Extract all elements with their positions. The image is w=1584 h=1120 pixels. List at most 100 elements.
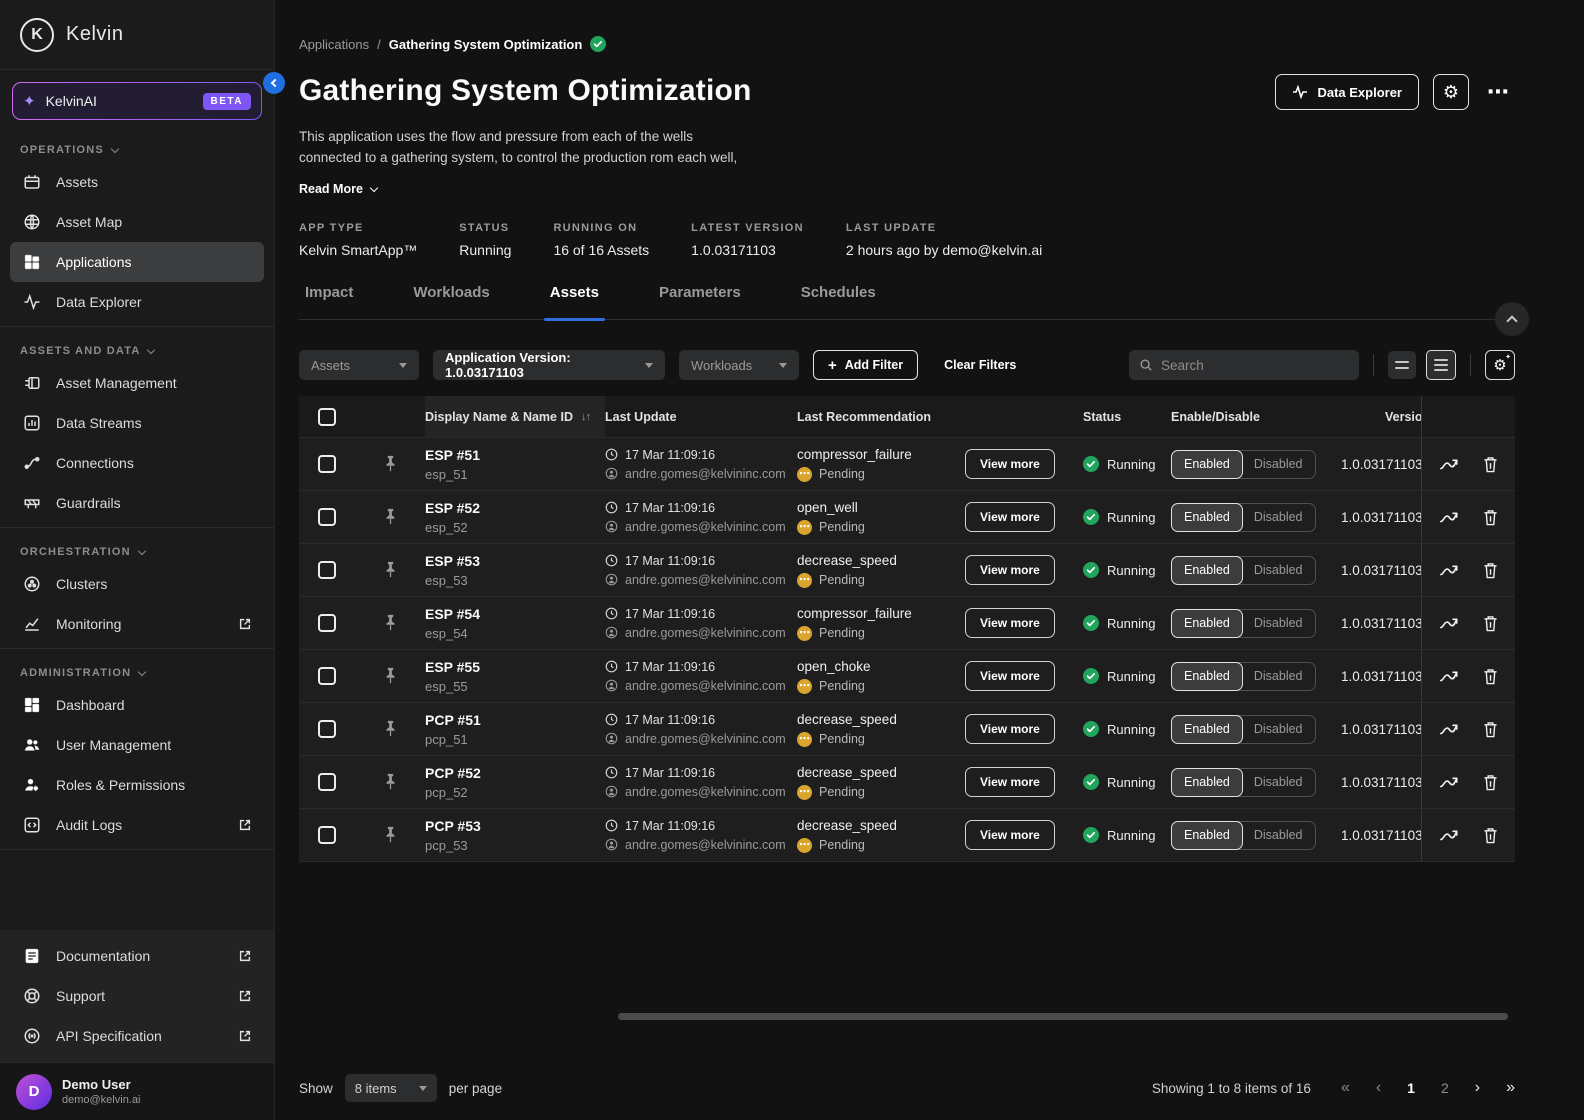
enabled-button[interactable]: Enabled [1171, 503, 1243, 532]
sidebar-item-roles-permissions[interactable]: Roles & Permissions [10, 765, 264, 805]
disabled-button[interactable]: Disabled [1242, 716, 1315, 743]
disabled-button[interactable]: Disabled [1242, 610, 1315, 637]
next-page-button[interactable]: › [1475, 1079, 1480, 1097]
delete-icon[interactable] [1483, 562, 1498, 579]
enabled-button[interactable]: Enabled [1171, 556, 1243, 585]
disabled-button[interactable]: Disabled [1242, 769, 1315, 796]
sidebar-collapse-button[interactable] [263, 72, 285, 94]
trend-chart-icon[interactable] [1439, 773, 1459, 791]
trend-chart-icon[interactable] [1439, 667, 1459, 685]
view-more-button[interactable]: View more [965, 820, 1055, 850]
search-input[interactable] [1161, 358, 1349, 373]
row-checkbox[interactable] [318, 614, 336, 632]
delete-icon[interactable] [1483, 774, 1498, 791]
pin-icon[interactable] [355, 597, 425, 649]
breadcrumb-applications[interactable]: Applications [299, 37, 369, 52]
view-more-button[interactable]: View more [965, 608, 1055, 638]
pin-icon[interactable] [355, 544, 425, 596]
page-2-button[interactable]: 2 [1441, 1080, 1449, 1096]
delete-icon[interactable] [1483, 615, 1498, 632]
trend-chart-icon[interactable] [1439, 826, 1459, 844]
sidebar-item-guardrails[interactable]: Guardrails [10, 483, 264, 523]
row-checkbox[interactable] [318, 667, 336, 685]
sidebar-item-documentation[interactable]: Documentation [10, 936, 264, 976]
settings-button[interactable]: ⚙ [1433, 74, 1469, 110]
trend-chart-icon[interactable] [1439, 561, 1459, 579]
sidebar-item-data-explorer[interactable]: Data Explorer [10, 282, 264, 322]
pin-icon[interactable] [355, 809, 425, 861]
sidebar-item-data-streams[interactable]: Data Streams [10, 403, 264, 443]
sidebar-item-monitoring[interactable]: Monitoring [10, 604, 264, 644]
pin-icon[interactable] [355, 438, 425, 490]
enabled-button[interactable]: Enabled [1171, 609, 1243, 638]
trend-chart-icon[interactable] [1439, 455, 1459, 473]
clear-filters-button[interactable]: Clear Filters [944, 358, 1016, 372]
pin-icon[interactable] [355, 650, 425, 702]
row-checkbox[interactable] [318, 508, 336, 526]
workloads-filter-dropdown[interactable]: Workloads [679, 350, 799, 380]
asset-name-cell[interactable]: ESP #53 esp_53 [425, 544, 605, 596]
view-more-button[interactable]: View more [965, 767, 1055, 797]
delete-icon[interactable] [1483, 721, 1498, 738]
tab-impact[interactable]: Impact [299, 284, 359, 319]
section-header-assets-data[interactable]: ASSETS AND DATA [0, 333, 274, 363]
sidebar-item-api-specification[interactable]: API Specification [10, 1016, 264, 1056]
sidebar-item-assets[interactable]: Assets [10, 162, 264, 202]
more-menu-button[interactable]: ⋯ [1483, 79, 1515, 105]
table-settings-button[interactable]: ⚙ ✦ [1485, 350, 1515, 380]
prev-page-button[interactable]: ‹ [1376, 1079, 1381, 1097]
page-1-button[interactable]: 1 [1407, 1080, 1415, 1096]
tab-parameters[interactable]: Parameters [653, 284, 747, 319]
disabled-button[interactable]: Disabled [1242, 451, 1315, 478]
asset-name-cell[interactable]: ESP #51 esp_51 [425, 438, 605, 490]
sidebar-item-audit-logs[interactable]: Audit Logs [10, 805, 264, 845]
pin-icon[interactable] [355, 703, 425, 755]
collapse-section-button[interactable] [1495, 302, 1529, 336]
first-page-button[interactable]: « [1341, 1079, 1350, 1097]
enabled-button[interactable]: Enabled [1171, 450, 1243, 479]
asset-name-cell[interactable]: ESP #55 esp_55 [425, 650, 605, 702]
header-name[interactable]: Display Name & Name ID ↓↑ [425, 396, 605, 437]
row-checkbox[interactable] [318, 561, 336, 579]
sidebar-item-kelvin-ai[interactable]: ✦ KelvinAI BETA [13, 83, 261, 119]
sort-icon[interactable]: ↓↑ [581, 411, 590, 423]
section-header-operations[interactable]: OPERATIONS [0, 132, 274, 162]
view-more-button[interactable]: View more [965, 449, 1055, 479]
enabled-button[interactable]: Enabled [1171, 715, 1243, 744]
disabled-button[interactable]: Disabled [1242, 557, 1315, 584]
section-header-orchestration[interactable]: ORCHESTRATION [0, 534, 274, 564]
asset-name-cell[interactable]: ESP #54 esp_54 [425, 597, 605, 649]
enabled-button[interactable]: Enabled [1171, 821, 1243, 850]
row-checkbox[interactable] [318, 773, 336, 791]
trend-chart-icon[interactable] [1439, 614, 1459, 632]
tab-schedules[interactable]: Schedules [795, 284, 882, 319]
compact-view-toggle[interactable] [1388, 351, 1416, 379]
select-all-checkbox[interactable] [318, 408, 336, 426]
view-more-button[interactable]: View more [965, 555, 1055, 585]
pin-icon[interactable] [355, 756, 425, 808]
sidebar-item-applications[interactable]: Applications [10, 242, 264, 282]
disabled-button[interactable]: Disabled [1242, 504, 1315, 531]
sidebar-item-clusters[interactable]: Clusters [10, 564, 264, 604]
list-view-toggle[interactable] [1426, 350, 1456, 380]
per-page-dropdown[interactable]: 8 items [345, 1074, 437, 1102]
view-more-button[interactable]: View more [965, 661, 1055, 691]
pin-icon[interactable] [355, 491, 425, 543]
add-filter-button[interactable]: + Add Filter [813, 350, 918, 380]
delete-icon[interactable] [1483, 509, 1498, 526]
tab-workloads[interactable]: Workloads [407, 284, 495, 319]
enabled-button[interactable]: Enabled [1171, 662, 1243, 691]
view-more-button[interactable]: View more [965, 502, 1055, 532]
asset-name-cell[interactable]: PCP #53 pcp_53 [425, 809, 605, 861]
sidebar-item-dashboard[interactable]: Dashboard [10, 685, 264, 725]
version-filter-dropdown[interactable]: Application Version: 1.0.03171103 [433, 350, 665, 380]
asset-name-cell[interactable]: ESP #52 esp_52 [425, 491, 605, 543]
row-checkbox[interactable] [318, 720, 336, 738]
sidebar-item-connections[interactable]: Connections [10, 443, 264, 483]
user-profile[interactable]: D Demo User demo@kelvin.ai [0, 1062, 274, 1120]
delete-icon[interactable] [1483, 456, 1498, 473]
sidebar-item-support[interactable]: Support [10, 976, 264, 1016]
section-header-administration[interactable]: ADMINISTRATION [0, 655, 274, 685]
trend-chart-icon[interactable] [1439, 720, 1459, 738]
row-checkbox[interactable] [318, 455, 336, 473]
